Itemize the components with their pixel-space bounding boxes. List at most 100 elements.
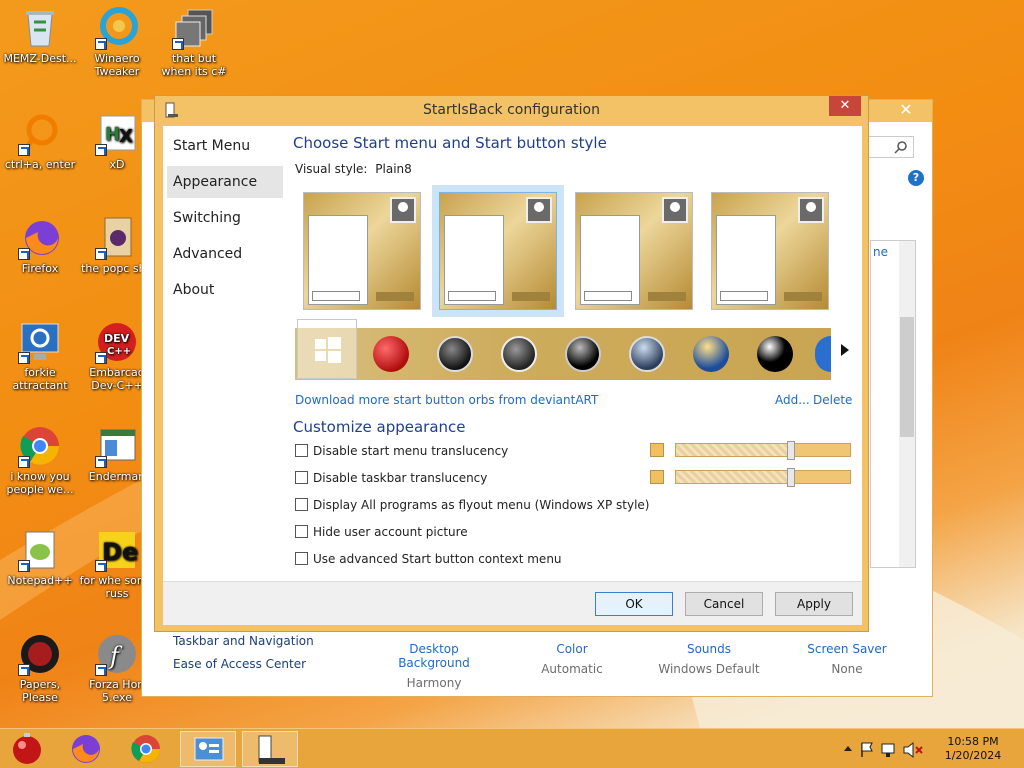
slider-knob[interactable]: [787, 468, 795, 487]
orb-dark-flag[interactable]: [501, 336, 537, 372]
nav-start-menu[interactable]: Start Menu: [167, 130, 283, 162]
startisback-dialog: StartIsBack configuration ✕ Start Menu A…: [154, 95, 869, 632]
desktop-icon-recycle-bin[interactable]: MEMZ-Dest...: [2, 6, 78, 65]
orb-christmas-ornament[interactable]: [373, 336, 409, 372]
color-item[interactable]: Color Automatic: [512, 642, 632, 676]
shortcut-arrow-icon: [172, 38, 184, 50]
desktop-icon-label: Notepad++: [7, 574, 73, 587]
option-flyout-all-programs[interactable]: Display All programs as flyout menu (Win…: [295, 498, 649, 512]
mini-search-box: [448, 291, 496, 301]
user-picture-icon: [798, 197, 824, 223]
taskbar-navigation-link[interactable]: Taskbar and Navigation: [173, 634, 314, 648]
orb-windows8-selected[interactable]: [297, 319, 357, 379]
style-thumbnail-4[interactable]: [711, 192, 829, 310]
style-thumbnail-2-selected[interactable]: [432, 185, 564, 317]
control-panel-icon: [194, 737, 224, 761]
desktop-icon-papers-please[interactable]: Papers, Please: [2, 632, 78, 704]
option-disable-taskbar-translucency[interactable]: Disable taskbar translucency: [295, 471, 487, 485]
christmas-ornament-icon: [13, 733, 41, 764]
scrollbar[interactable]: [899, 241, 915, 567]
help-icon[interactable]: ?: [908, 170, 924, 186]
nav-advanced[interactable]: Advanced: [167, 238, 283, 270]
menu-translucency-slider[interactable]: [675, 441, 851, 460]
taskbar-control-panel[interactable]: [180, 731, 236, 767]
orb-vista[interactable]: [693, 336, 729, 372]
option-label: Disable start menu translucency: [313, 444, 509, 458]
menu-color-swatch[interactable]: [650, 443, 664, 457]
dialog-close-button[interactable]: ✕: [829, 96, 861, 116]
taskbar-firefox[interactable]: [58, 731, 114, 767]
clock-date: 1/20/2024: [944, 749, 1002, 762]
style-thumbnail-3[interactable]: [575, 192, 693, 310]
desktop-icon-notepadpp[interactable]: Notepad++: [2, 528, 78, 587]
orb-blue-glass[interactable]: [629, 336, 665, 372]
desktop-icon-chrome[interactable]: i know you people we...: [2, 424, 78, 496]
taskbar-start-orb[interactable]: [0, 731, 56, 767]
tray-icons: [844, 741, 923, 759]
dialog-footer: OK Cancel Apply: [163, 581, 862, 625]
apply-button[interactable]: Apply: [775, 592, 853, 616]
orb-black-glass[interactable]: [565, 336, 601, 372]
download-orbs-link[interactable]: Download more start button orbs from dev…: [295, 393, 598, 407]
action-center-flag-icon: [861, 742, 873, 757]
clock[interactable]: 10:58 PM 1/20/2024: [938, 735, 1008, 763]
customize-heading: Customize appearance: [293, 418, 466, 436]
item-title: Sounds: [686, 642, 732, 656]
orb-xp-flag[interactable]: [437, 336, 473, 372]
taskbar-color-swatch[interactable]: [650, 470, 664, 484]
desktop-icon-winaero[interactable]: Winaero Tweaker: [79, 6, 155, 78]
orb-blue-partial[interactable]: [815, 336, 831, 372]
orb-black-sphere[interactable]: [757, 336, 793, 372]
shortcut-arrow-icon: [95, 38, 107, 50]
media-file-icon: [95, 216, 139, 260]
desktop-icon-forkie[interactable]: forkie attractant: [2, 320, 78, 392]
desktop-icon-firefox[interactable]: Firefox: [2, 216, 78, 275]
nav-appearance[interactable]: Appearance: [167, 166, 283, 198]
checkbox[interactable]: [295, 552, 308, 565]
ease-of-access-link[interactable]: Ease of Access Center: [173, 657, 306, 671]
screen-saver-item[interactable]: Screen Saver None: [787, 642, 907, 676]
option-disable-menu-translucency[interactable]: Disable start menu translucency: [295, 444, 508, 458]
desktop-icon-folder[interactable]: that but when its c#: [156, 6, 232, 78]
taskbar-chrome[interactable]: [118, 731, 174, 767]
delete-orb-link[interactable]: Delete: [813, 393, 852, 407]
nav-about[interactable]: About: [167, 274, 283, 306]
checkbox[interactable]: [295, 525, 308, 538]
checkbox[interactable]: [295, 498, 308, 511]
network-icon: [881, 743, 895, 757]
nav-switching[interactable]: Switching: [167, 202, 283, 234]
style-thumbnail-1[interactable]: [303, 192, 421, 310]
desktop-icon-label: Firefox: [21, 262, 59, 275]
item-title: Desktop Background: [398, 642, 470, 670]
mini-search-box: [312, 291, 360, 301]
svg-text:C++: C++: [107, 346, 131, 357]
startisback-icon: [258, 735, 285, 764]
mini-search-box: [720, 291, 768, 301]
desktop-background-item[interactable]: Desktop Background Harmony: [374, 642, 494, 690]
mini-power-button: [784, 292, 822, 301]
search-icon: [894, 141, 907, 154]
option-label: Use advanced Start button context menu: [313, 552, 562, 566]
personalization-theme-list[interactable]: ne: [870, 240, 916, 568]
checkbox[interactable]: [295, 471, 308, 484]
mini-search-box: [584, 291, 632, 301]
orb-strip-next-arrow-icon[interactable]: [841, 344, 849, 356]
item-subtitle: Automatic: [541, 662, 603, 676]
item-subtitle: None: [831, 662, 863, 676]
checkbox[interactable]: [295, 444, 308, 457]
item-title: Color: [556, 642, 588, 656]
option-hide-user-picture[interactable]: Hide user account picture: [295, 525, 468, 539]
taskbar-translucency-slider[interactable]: [675, 468, 851, 487]
ok-button[interactable]: OK: [595, 592, 673, 616]
user-picture-icon: [390, 197, 416, 223]
cancel-button[interactable]: Cancel: [685, 592, 763, 616]
scrollbar-thumb[interactable]: [900, 317, 914, 437]
slider-knob[interactable]: [787, 441, 795, 460]
taskbar-startisback[interactable]: [242, 731, 298, 767]
desktop-icon-ctrl-a[interactable]: ctrl+a, enter: [2, 112, 78, 171]
user-picture-icon: [526, 197, 552, 223]
sounds-item[interactable]: Sounds Windows Default: [649, 642, 769, 676]
add-orb-link[interactable]: Add...: [775, 393, 810, 407]
visual-style-label: Visual style: Plain8: [295, 162, 412, 176]
personalization-close-button[interactable]: ✕: [884, 100, 928, 120]
